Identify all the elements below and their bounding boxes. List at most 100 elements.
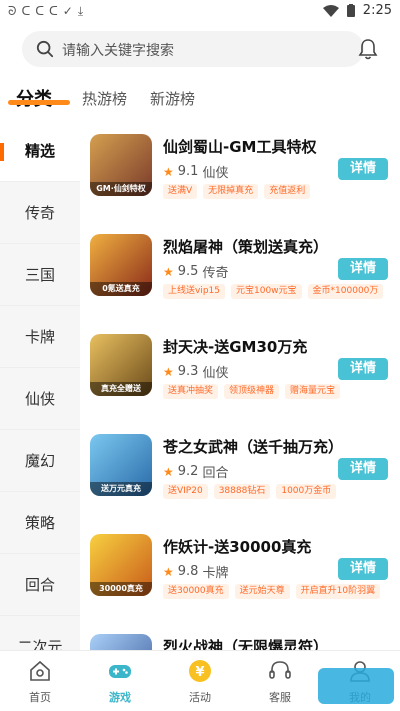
search-input[interactable]: 请输入关键字搜索: [22, 31, 364, 67]
sidebar-item-xianxia[interactable]: 仙侠: [0, 368, 80, 430]
game-title: 苍之女武神（送千抽万充）: [163, 438, 344, 456]
tab-category[interactable]: 分类: [16, 85, 52, 111]
game-genre: 传奇: [202, 266, 229, 281]
sidebar-item-label: 卡牌: [24, 328, 55, 346]
game-tag: 1000万金币: [276, 484, 337, 499]
app-notification-icon: ᑕ: [35, 4, 44, 18]
game-genre: 回合: [202, 466, 229, 481]
game-title: 封天决-送GM30万充: [163, 338, 308, 356]
game-meta: ★ 9.1 仙侠: [163, 162, 228, 181]
list-item[interactable]: 烈火战神（无限爆灵符）: [80, 628, 400, 650]
game-rating: 9.3: [177, 364, 199, 379]
game-rating: 9.5: [177, 264, 199, 279]
genre-sidebar: 精选 传奇 三国 卡牌 仙侠 魔幻 策略 回合 二次元: [0, 120, 80, 678]
yen-coin-icon: ¥: [189, 660, 211, 682]
battery-icon: [346, 4, 355, 17]
game-tag: 送30000真充: [163, 584, 229, 599]
game-meta: ★ 9.3 仙侠: [163, 362, 228, 381]
game-thumbnail: 真充全赠送: [90, 334, 152, 396]
list-item[interactable]: 30000真充 作妖计-送30000真充 ★ 9.8 卡牌 送30000真充 送元始…: [80, 528, 400, 628]
details-button[interactable]: 详情: [338, 558, 388, 580]
nav-label: 游戏: [109, 691, 131, 704]
details-button[interactable]: 详情: [338, 458, 388, 480]
app-notification-icon: ᑕ: [21, 4, 31, 18]
tab-new-games[interactable]: 新游榜: [150, 88, 195, 109]
game-thumbnail: 0氪送真充: [90, 234, 152, 296]
game-meta: ★ 9.2 回合: [163, 462, 228, 481]
list-item[interactable]: 送万元真充 苍之女武神（送千抽万充） ★ 9.2 回合 送VIP20 38888钻石…: [80, 428, 400, 528]
sidebar-item-label: 仙侠: [24, 390, 55, 408]
game-tags: 上线送vip15 元宝100w元宝 金币*100000万: [163, 284, 384, 299]
tab-hot-games[interactable]: 热游榜: [82, 88, 127, 109]
game-tag: 送元始天尊: [234, 584, 290, 599]
game-title: 烈火战神（无限爆灵符）: [163, 638, 329, 650]
sidebar-item-card[interactable]: 卡牌: [0, 306, 80, 368]
game-list: GM·仙剑特权 仙剑蜀山-GM工具特权 ★ 9.1 仙侠 送满V 无限掉真充 充值返…: [80, 120, 400, 650]
sidebar-item-label: 魔幻: [24, 452, 55, 470]
sidebar-item-featured[interactable]: 精选: [0, 120, 80, 182]
nav-events[interactable]: ¥ 活动: [160, 651, 240, 711]
game-title: 烈焰屠神（策划送真充）: [163, 238, 329, 256]
sidebar-item-label: 回合: [24, 576, 55, 594]
sidebar-item-fantasy[interactable]: 魔幻: [0, 430, 80, 492]
game-thumbnail: 30000真充: [90, 534, 152, 596]
star-icon: ★: [163, 464, 174, 479]
sidebar-item-strategy[interactable]: 策略: [0, 492, 80, 554]
game-tags: 送真冲抽奖 领顶级神器 赠海量元宝: [163, 384, 341, 399]
game-meta: ★ 9.8 卡牌: [163, 562, 228, 581]
sidebar-item-label: 精选: [24, 142, 55, 160]
game-tags: 送30000真充 送元始天尊 开启直升10阶羽翼: [163, 584, 381, 599]
wifi-icon: [322, 4, 339, 17]
list-item[interactable]: GM·仙剑特权 仙剑蜀山-GM工具特权 ★ 9.1 仙侠 送满V 无限掉真充 充值返…: [80, 128, 400, 228]
list-item[interactable]: 0氪送真充 烈焰屠神（策划送真充） ★ 9.5 传奇 上线送vip15 元宝100w…: [80, 228, 400, 328]
bell-icon[interactable]: [358, 38, 378, 60]
search-icon: [36, 40, 54, 58]
star-icon: ★: [163, 264, 174, 279]
details-button[interactable]: 详情: [338, 358, 388, 380]
game-tag: 充值返利: [264, 184, 311, 199]
nav-home[interactable]: 首页: [0, 651, 80, 711]
sidebar-active-indicator: [0, 143, 4, 161]
sidebar-item-legend[interactable]: 传奇: [0, 182, 80, 244]
nav-support[interactable]: 客服: [240, 651, 320, 711]
nav-label: 活动: [189, 691, 211, 704]
sidebar-item-label: 三国: [24, 266, 55, 284]
nav-label: 客服: [269, 691, 291, 704]
nav-label: 首页: [29, 691, 51, 704]
game-rating: 9.2: [177, 464, 199, 479]
game-tag: 开启直升10阶羽翼: [295, 584, 381, 599]
game-tag: 赠海量元宝: [285, 384, 341, 399]
game-tag: 领顶级神器: [224, 384, 280, 399]
status-time: 2:25: [362, 3, 392, 18]
details-button[interactable]: 详情: [338, 258, 388, 280]
status-bar: ᘐ ᑕ ᑕ ᑕ ✓ ⤓ 2:25: [0, 0, 400, 22]
details-button[interactable]: 详情: [338, 158, 388, 180]
game-tags: 送VIP20 38888钻石 1000万金币: [163, 484, 337, 499]
svg-text:¥: ¥: [195, 665, 204, 680]
list-item[interactable]: 真充全赠送 封天决-送GM30万充 ★ 9.3 仙侠 送真冲抽奖 领顶级神器 赠海量…: [80, 328, 400, 428]
game-tag: 元宝100w元宝: [231, 284, 302, 299]
check-icon: ✓: [62, 4, 73, 18]
nav-games[interactable]: 游戏: [80, 651, 160, 711]
game-genre: 仙侠: [202, 166, 229, 181]
game-tags: 送满V 无限掉真充 充值返利: [163, 184, 311, 199]
game-tag: 38888钻石: [213, 484, 271, 499]
game-tag: 无限掉真充: [203, 184, 259, 199]
sidebar-item-label: 传奇: [24, 204, 55, 222]
game-tag: 送真冲抽奖: [163, 384, 219, 399]
notification-icons: ᘐ ᑕ ᑕ ᑕ ✓ ⤓: [8, 3, 83, 19]
active-tab-indicator: [8, 100, 70, 105]
game-rating: 9.8: [177, 564, 199, 579]
game-tag: 送VIP20: [163, 484, 208, 499]
home-icon: [30, 660, 50, 681]
watermark-logo: [318, 668, 394, 704]
gamepad-icon: [109, 665, 131, 678]
sidebar-item-three-kingdoms[interactable]: 三国: [0, 244, 80, 306]
sidebar-item-turn-based[interactable]: 回合: [0, 554, 80, 616]
search-placeholder: 请输入关键字搜索: [62, 43, 174, 59]
headset-icon: [269, 661, 291, 679]
game-genre: 仙侠: [202, 366, 229, 381]
game-thumbnail: 送万元真充: [90, 434, 152, 496]
game-tag: 金币*100000万: [307, 284, 384, 299]
star-icon: ★: [163, 564, 174, 579]
